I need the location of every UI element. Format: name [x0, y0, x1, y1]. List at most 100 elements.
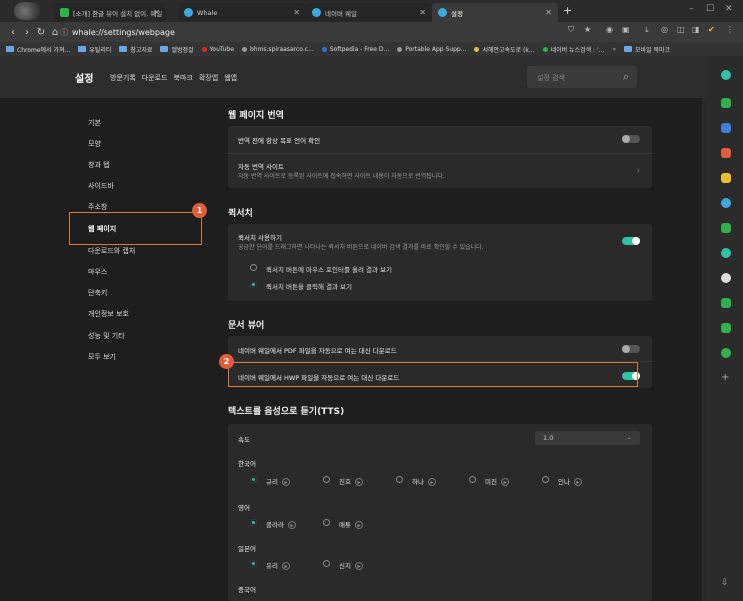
dictionary-icon[interactable] — [721, 298, 731, 308]
new-tab-button[interactable]: + — [563, 4, 572, 17]
play-icon[interactable]: ▸ — [500, 478, 509, 486]
play-icon[interactable]: ▸ — [281, 562, 290, 570]
nav-bookmarks[interactable]: 북마크 — [174, 73, 193, 83]
sidebar-item-basic[interactable]: 기본 — [88, 118, 101, 128]
pdf-download-toggle[interactable] — [622, 345, 640, 353]
nav-downloads[interactable]: 다운로드 — [142, 73, 168, 83]
auto-translate-label[interactable]: 자동 번역 사이트 — [238, 161, 284, 171]
close-icon[interactable]: ✕ — [545, 8, 552, 17]
voice-radio-clara[interactable] — [250, 519, 257, 526]
maximize-icon[interactable]: ☐ — [706, 4, 714, 14]
whale-icon[interactable] — [721, 198, 731, 208]
translate-ask-toggle[interactable] — [622, 135, 640, 143]
bookmark-link[interactable]: bhms.spiraasarco.c... — [241, 46, 314, 53]
play-icon[interactable]: ▸ — [573, 478, 582, 486]
close-icon[interactable]: ✕ — [153, 8, 160, 17]
voice-radio-kyuri[interactable] — [250, 476, 257, 483]
play-icon[interactable]: ▸ — [354, 562, 363, 570]
bookmark-folder[interactable]: 참고자료 — [119, 45, 152, 54]
voice-radio-inna[interactable] — [542, 476, 549, 483]
naver-app-icon[interactable] — [721, 223, 731, 233]
bookmark-link[interactable]: YouTube — [201, 45, 234, 53]
close-window-icon[interactable]: ✕ — [725, 4, 733, 14]
reload-icon[interactable]: ↻ — [34, 27, 48, 38]
quicksearch-click-radio[interactable] — [250, 281, 257, 288]
shield-icon[interactable]: ⛉ — [568, 25, 574, 35]
back-icon[interactable]: ‹ — [6, 27, 20, 38]
voice-radio-hana[interactable] — [396, 476, 403, 483]
extension-icon-2[interactable]: ▣ — [622, 25, 630, 34]
memo-icon[interactable] — [721, 173, 731, 183]
sidebar-item-privacy[interactable]: 개인정보 보호 — [88, 309, 129, 319]
more-bookmarks-icon[interactable]: » — [612, 46, 616, 53]
address-bar[interactable]: ⓘ whale://settings/webpage — [60, 25, 580, 39]
mobile-bookmarks[interactable]: 모바일 북마크 — [624, 45, 670, 54]
download-icon[interactable]: ⤓ — [645, 25, 649, 35]
voice-radio-yuri[interactable] — [250, 560, 257, 567]
bookmark-folder[interactable]: 유틸리티 — [78, 45, 111, 54]
tab-whale[interactable]: Whale ✕ — [178, 3, 306, 22]
voice-radio-matthew[interactable] — [323, 519, 330, 526]
minimize-icon[interactable]: – — [689, 4, 694, 14]
sidebar-item-windows-tabs[interactable]: 창과 탭 — [88, 160, 110, 170]
sidebar-item-mouse[interactable]: 마우스 — [88, 267, 107, 277]
pocket-icon[interactable] — [721, 148, 731, 158]
play-icon[interactable]: ▸ — [354, 521, 363, 529]
nav-webapps[interactable]: 웹앱 — [224, 73, 237, 83]
sidebar-item-download-capture[interactable]: 다운로드와 캡처 — [88, 246, 135, 256]
bookmark-link[interactable]: Portable App Supp... — [397, 46, 466, 53]
extension-icon[interactable]: ◉ — [606, 25, 613, 34]
bookmark-folder[interactable]: 앨범정걸 — [160, 45, 194, 54]
nav-extensions[interactable]: 확장앱 — [199, 73, 218, 83]
sidebar-item-appearance[interactable]: 모양 — [88, 139, 101, 149]
page-info-icon[interactable]: ⓘ — [60, 27, 68, 38]
sidebar-item-performance[interactable]: 성능 및 기타 — [88, 331, 125, 341]
quicksearch-toggle[interactable] — [622, 237, 640, 245]
chevron-right-icon[interactable]: › — [637, 166, 640, 175]
check-icon[interactable]: ✔ — [708, 25, 715, 34]
pin-icon[interactable]: ⇩ — [721, 578, 731, 588]
forward-icon[interactable]: › — [20, 27, 34, 38]
clock-icon[interactable] — [721, 273, 731, 283]
capture-icon[interactable]: ◎ — [661, 25, 668, 34]
voice-radio-shinji[interactable] — [323, 560, 330, 567]
window-icon[interactable]: ◫ — [677, 25, 685, 34]
music-icon[interactable] — [721, 248, 731, 258]
bookmark-folder[interactable]: Chrome에서 가져... — [6, 45, 70, 54]
translate-icon[interactable] — [721, 123, 731, 133]
sidebar-item-sidebar[interactable]: 사이드바 — [88, 181, 114, 191]
settings-search-input[interactable]: 설정 검색 ⌕ — [527, 66, 637, 88]
quicksearch-hover-radio[interactable] — [250, 264, 257, 271]
search-icon[interactable]: ⌕ — [623, 70, 629, 84]
tab-hangul-viewer[interactable]: [소개] 한글 뷰어 설치 없이, 웨일 ✕ — [54, 3, 166, 22]
close-icon[interactable]: ✕ — [293, 8, 300, 17]
play-icon[interactable]: ▸ — [287, 521, 296, 529]
sidebar-item-shortcuts[interactable]: 단축키 — [88, 288, 107, 298]
naver-icon[interactable] — [721, 98, 731, 108]
tab-settings[interactable]: 설정 ✕ — [432, 3, 558, 22]
close-icon[interactable]: ✕ — [419, 8, 426, 17]
whale-home-icon[interactable] — [721, 70, 731, 80]
bookmark-link[interactable]: 서해안고속도로 (k... — [474, 45, 535, 54]
play-icon[interactable]: ▸ — [427, 478, 436, 486]
bookmark-link[interactable]: 네이버 뉴스검색 : '... — [542, 45, 604, 54]
sidebar-toggle-icon[interactable]: ◨ — [692, 25, 700, 34]
bookmark-label: YouTube — [209, 45, 234, 53]
tab-naver-whale[interactable]: 네이버 웨일 ✕ — [306, 3, 432, 22]
tab-title: 설정 — [451, 9, 463, 18]
menu-icon[interactable]: ⋮ — [726, 25, 734, 34]
play-icon[interactable]: ▸ — [354, 478, 363, 486]
sidebar-item-address-bar[interactable]: 주소창 — [88, 202, 107, 212]
cafe-icon[interactable] — [721, 323, 731, 333]
voice-label: 인나 ▸ — [558, 476, 582, 486]
voice-radio-mijin[interactable] — [469, 476, 476, 483]
voice-radio-jinho[interactable] — [323, 476, 330, 483]
nav-history[interactable]: 방문기록 — [110, 73, 136, 83]
news-icon[interactable] — [721, 348, 731, 358]
sidebar-item-all[interactable]: 모두 보기 — [88, 352, 116, 362]
star-icon[interactable]: ★ — [584, 25, 591, 34]
add-icon[interactable]: + — [721, 372, 731, 383]
bookmark-link[interactable]: Softpedia - Free D... — [321, 46, 389, 53]
tts-speed-select[interactable]: 1.0 ⌄ — [535, 431, 640, 445]
play-icon[interactable]: ▸ — [281, 478, 290, 486]
